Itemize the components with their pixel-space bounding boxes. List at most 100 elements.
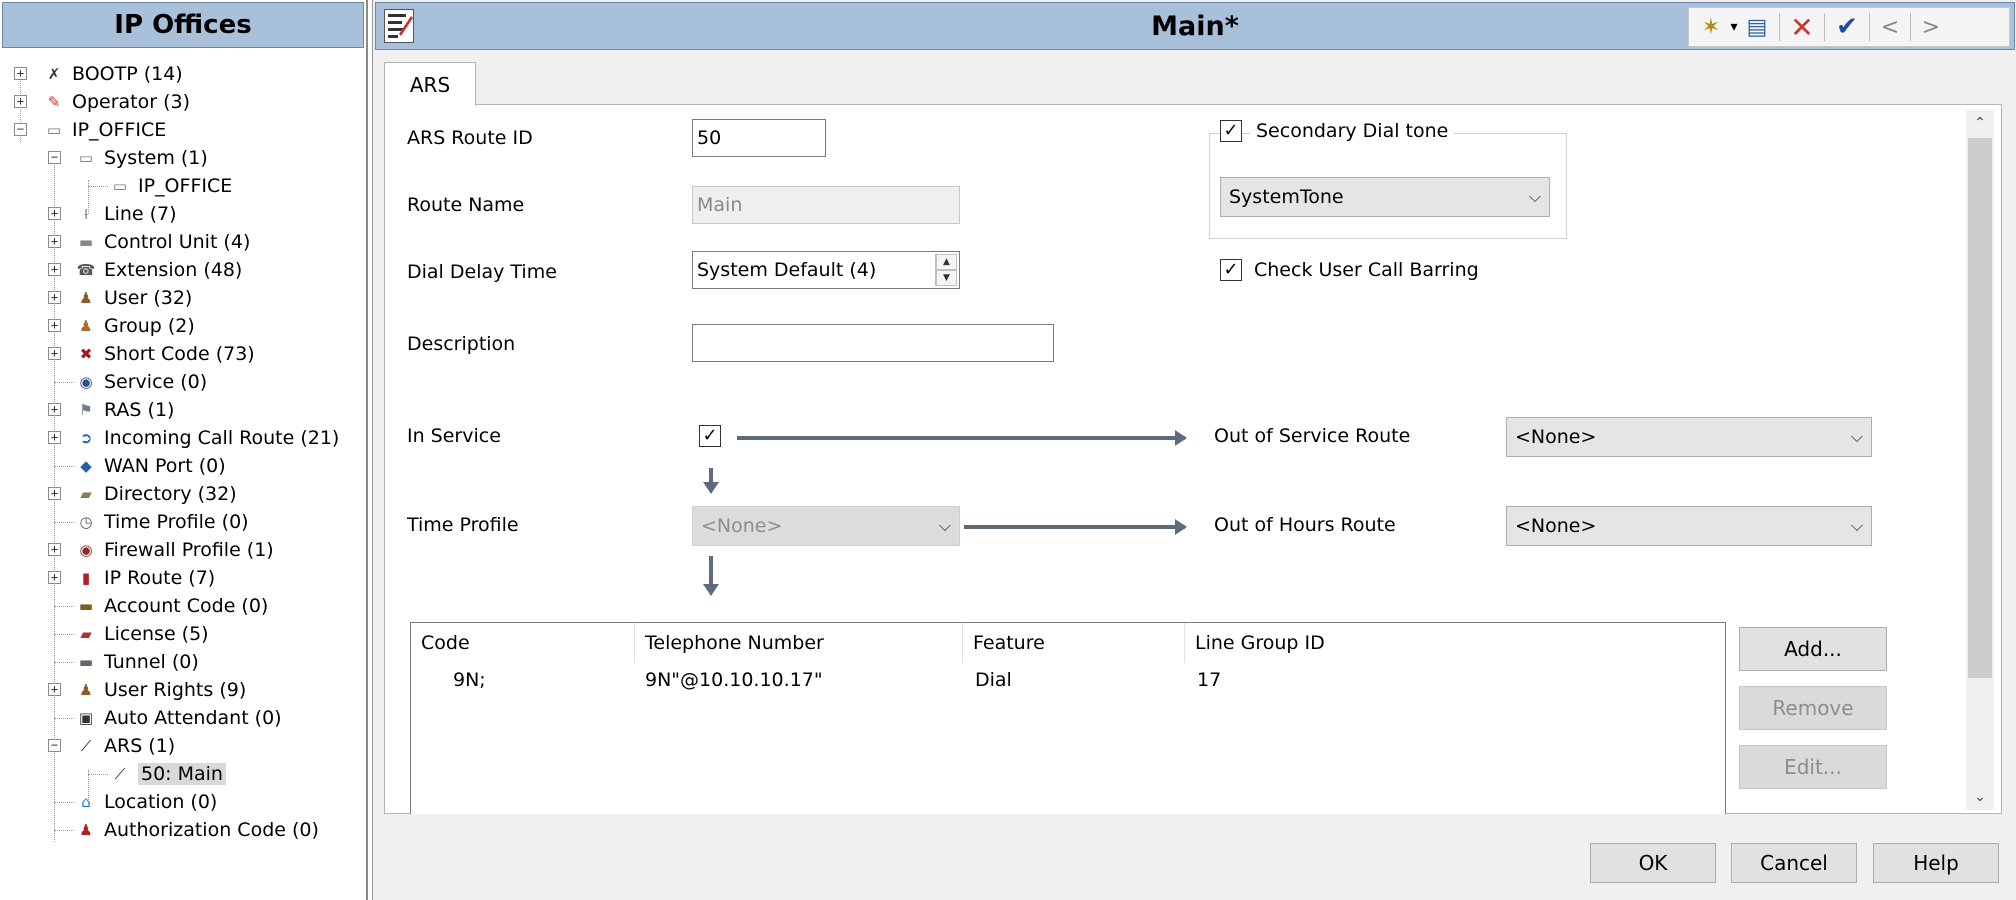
scroll-down-icon[interactable]: ⌄ — [1966, 784, 1994, 810]
expand-toggle[interactable]: + — [48, 319, 61, 332]
tree-item-wan-port[interactable]: ◆ WAN Port (0) — [74, 453, 225, 479]
out-of-hours-route-select[interactable]: <None> ⌵ — [1506, 506, 1872, 546]
collapse-toggle[interactable]: − — [48, 151, 61, 164]
cell-line-group-id: 17 — [1197, 669, 1222, 691]
tree-item-location[interactable]: ⌂ Location (0) — [74, 789, 217, 815]
tree-item-incoming-call-route[interactable]: ➲ Incoming Call Route (21) — [74, 425, 340, 451]
check-user-call-barring-label: Check User Call Barring — [1254, 259, 1479, 281]
spin-up-icon[interactable]: ▲ — [936, 254, 957, 270]
validate-icon[interactable]: ✔ — [1831, 9, 1863, 45]
auto-attendant-icon: ▣ — [78, 709, 94, 727]
new-icon[interactable]: ✶ — [1695, 9, 1727, 45]
spinner-buttons: ▲ ▼ — [935, 254, 957, 286]
directory-icon: ▰ — [80, 485, 92, 503]
expand-toggle[interactable]: + — [48, 263, 61, 276]
expand-toggle[interactable]: + — [48, 235, 61, 248]
system-unit-icon: ▭ — [112, 177, 128, 195]
tree-item-time-profile[interactable]: ◷ Time Profile (0) — [74, 509, 248, 535]
system-icon: ▭ — [78, 149, 94, 167]
check-user-call-barring-checkbox[interactable]: ✓ — [1220, 259, 1242, 281]
edit-button[interactable]: Edit... — [1739, 745, 1887, 789]
new-dropdown-icon[interactable]: ▾ — [1727, 9, 1741, 45]
tree-item-service[interactable]: ◉ Service (0) — [74, 369, 207, 395]
tree-item-group[interactable]: ♟ Group (2) — [74, 313, 195, 339]
tree-item-directory[interactable]: ▰ Directory (32) — [74, 481, 236, 507]
tree-item-short-code[interactable]: ✖ Short Code (73) — [74, 341, 255, 367]
tree-item-firewall-profile[interactable]: ◉ Firewall Profile (1) — [74, 537, 273, 563]
tree-item-ip-office[interactable]: ▭ IP_OFFICE — [42, 117, 166, 143]
tree-item-system-ip-office[interactable]: ▭ IP_OFFICE — [108, 173, 232, 199]
tree-item-license[interactable]: ▰ License (5) — [74, 621, 208, 647]
editor-header: Main* ✶ ▾ ▤ ✕ ✔ < > — [375, 2, 2015, 50]
tree-item-ras[interactable]: ⚑ RAS (1) — [74, 397, 174, 423]
expand-toggle[interactable]: + — [14, 95, 27, 108]
tree-item-ars-main[interactable]: ⟋ 50: Main — [108, 761, 226, 787]
out-of-service-route-select[interactable]: <None> ⌵ — [1506, 417, 1872, 457]
secondary-dial-tone-checkbox[interactable]: ✓ — [1220, 120, 1242, 142]
expand-toggle[interactable]: + — [48, 543, 61, 556]
tree-item-ip-route[interactable]: ▮ IP Route (7) — [74, 565, 215, 591]
tree-item-tunnel[interactable]: ▬ Tunnel (0) — [74, 649, 199, 675]
dial-delay-spinner[interactable]: System Default (4) ▲ ▼ — [692, 251, 960, 289]
in-service-label: In Service — [407, 425, 501, 447]
expand-toggle[interactable]: + — [48, 683, 61, 696]
check-mark-icon: ✓ — [1223, 259, 1239, 280]
column-header-feature[interactable]: Feature — [963, 623, 1185, 663]
expand-toggle[interactable]: + — [48, 571, 61, 584]
secondary-dial-tone-select[interactable]: SystemTone ⌵ — [1220, 177, 1550, 217]
tab-ars[interactable]: ARS — [384, 62, 476, 106]
tree-item-system[interactable]: ▭ System (1) — [74, 145, 208, 171]
out-of-service-route-value: <None> — [1515, 426, 1597, 448]
cancel-button[interactable]: Cancel — [1731, 843, 1857, 883]
wan-port-icon: ◆ — [80, 457, 92, 475]
column-header-line-group-id[interactable]: Line Group ID — [1185, 623, 1727, 663]
expand-toggle[interactable]: + — [48, 431, 61, 444]
tree-item-extension[interactable]: ☎ Extension (48) — [74, 257, 243, 283]
description-label: Description — [407, 333, 516, 355]
license-icon: ▰ — [80, 625, 92, 643]
route-name-label: Route Name — [407, 194, 525, 216]
tree-item-control-unit[interactable]: ▬ Control Unit (4) — [74, 229, 250, 255]
expand-toggle[interactable]: + — [48, 347, 61, 360]
tree-item-ars[interactable]: ⟋ ARS (1) — [74, 733, 175, 759]
tree-connector — [54, 606, 74, 607]
scroll-up-icon[interactable]: ⌃ — [1966, 110, 1994, 136]
column-header-code[interactable]: Code — [411, 623, 635, 663]
tree-item-operator[interactable]: ✎ Operator (3) — [42, 89, 190, 115]
time-profile-select[interactable]: <None> ⌵ — [692, 506, 960, 546]
toolbar-separator — [1869, 13, 1870, 41]
ok-button[interactable]: OK — [1590, 843, 1716, 883]
tree-connector — [88, 186, 108, 187]
in-service-checkbox[interactable]: ✓ — [699, 425, 721, 447]
vertical-scrollbar[interactable]: ⌃ ⌄ — [1966, 110, 1994, 810]
route-name-input[interactable]: Main — [692, 186, 960, 224]
expand-toggle[interactable]: + — [48, 291, 61, 304]
add-button[interactable]: Add... — [1739, 627, 1887, 671]
spin-down-icon[interactable]: ▼ — [936, 270, 957, 286]
tree-item-authorization-code[interactable]: ♟ Authorization Code (0) — [74, 817, 319, 843]
column-header-telephone-number[interactable]: Telephone Number — [635, 623, 963, 663]
delete-icon[interactable]: ✕ — [1786, 9, 1818, 45]
remove-button[interactable]: Remove — [1739, 686, 1887, 730]
help-button[interactable]: Help — [1873, 843, 1999, 883]
route-id-input[interactable]: 50 — [692, 119, 826, 157]
expand-toggle[interactable]: + — [14, 67, 27, 80]
chevron-down-icon: ⌵ — [1850, 427, 1863, 446]
tree-item-auto-attendant[interactable]: ▣ Auto Attendant (0) — [74, 705, 282, 731]
tree-item-account-code[interactable]: ▬ Account Code (0) — [74, 593, 268, 619]
scrollbar-thumb[interactable] — [1968, 138, 1992, 678]
collapse-toggle[interactable]: − — [14, 123, 27, 136]
description-input[interactable] — [692, 324, 1054, 362]
collapse-toggle[interactable]: − — [48, 739, 61, 752]
previous-icon[interactable]: < — [1876, 9, 1904, 45]
export-icon[interactable]: ▤ — [1741, 9, 1773, 45]
ars-icon: ⟋ — [80, 737, 92, 755]
tree-item-user[interactable]: ♟ User (32) — [74, 285, 192, 311]
tree-item-line[interactable]: ⟊ Line (7) — [74, 201, 176, 227]
expand-toggle[interactable]: + — [48, 403, 61, 416]
expand-toggle[interactable]: + — [48, 207, 61, 220]
tree-item-user-rights[interactable]: ♟ User Rights (9) — [74, 677, 246, 703]
expand-toggle[interactable]: + — [48, 487, 61, 500]
tree-item-bootp[interactable]: ✗ BOOTP (14) — [42, 61, 183, 87]
next-icon[interactable]: > — [1917, 9, 1945, 45]
